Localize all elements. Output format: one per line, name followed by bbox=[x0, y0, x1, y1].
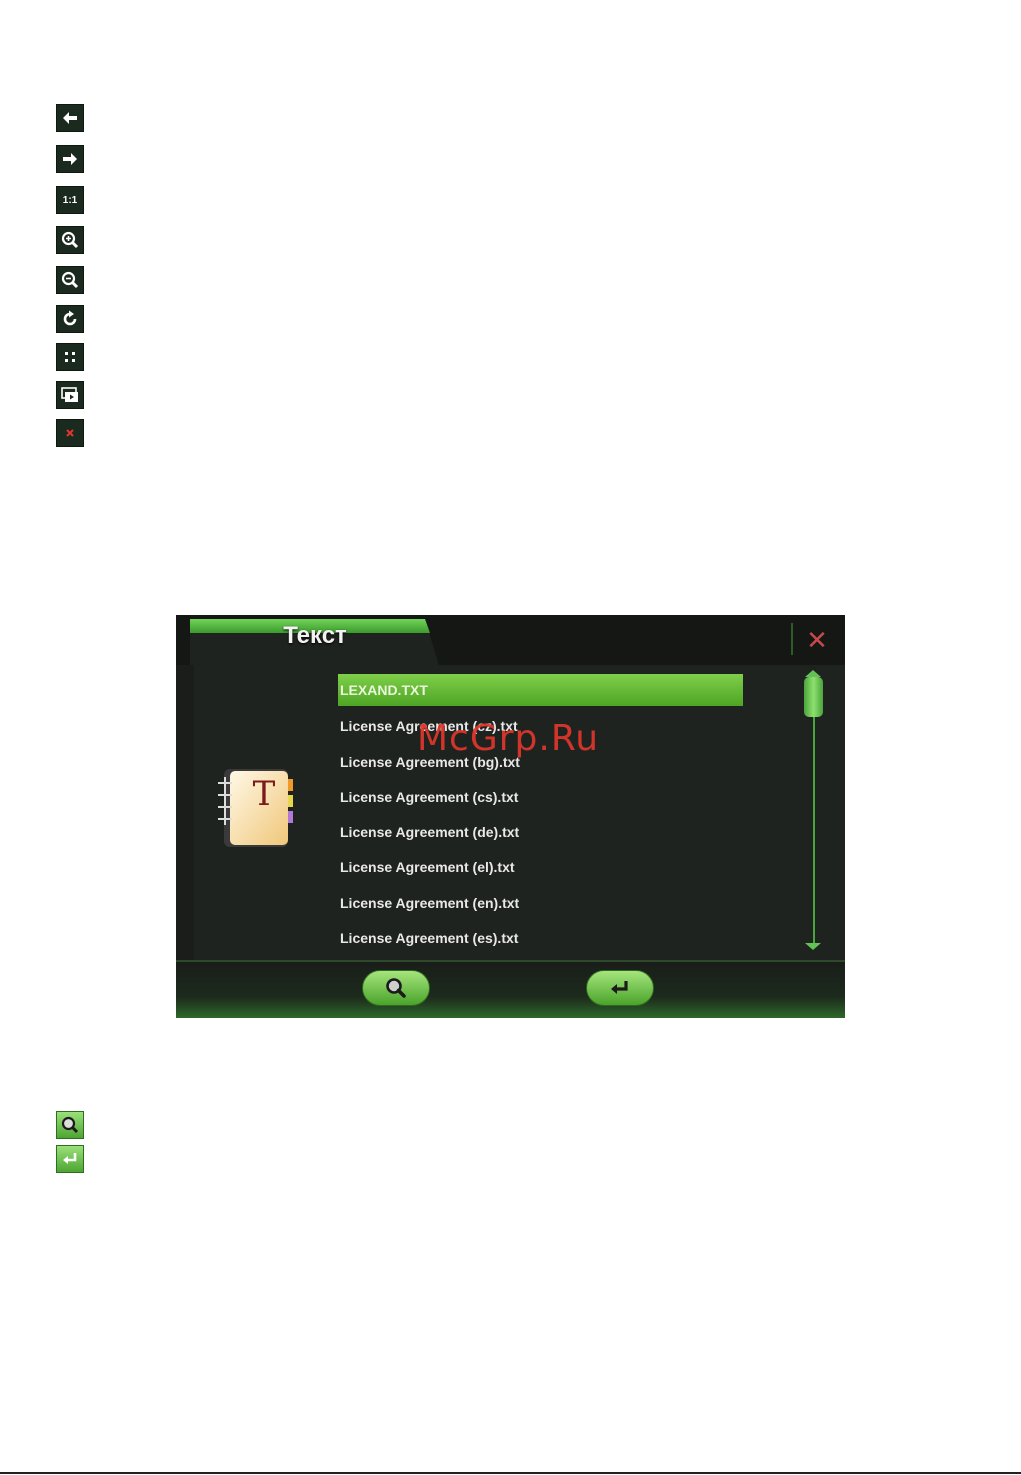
close-button[interactable]: ✕ bbox=[802, 625, 832, 655]
actual-size-label: 1:1 bbox=[62, 194, 78, 206]
file-list-item-selected[interactable]: LEXAND.TXT bbox=[338, 674, 743, 706]
file-list-item[interactable]: License Agreement (es).txt bbox=[338, 921, 743, 956]
arrow-left-icon bbox=[56, 104, 84, 132]
scroll-down-arrow-icon[interactable] bbox=[805, 943, 821, 950]
tab-title: Текст bbox=[283, 622, 347, 649]
zoom-out-icon bbox=[56, 266, 84, 294]
back-icon bbox=[611, 981, 628, 994]
back-icon bbox=[56, 1145, 84, 1173]
rotate-icon bbox=[56, 305, 84, 333]
slideshow-icon bbox=[56, 381, 84, 409]
back-button[interactable] bbox=[586, 970, 654, 1006]
panel-edge bbox=[176, 665, 194, 960]
scrollbar-thumb[interactable] bbox=[804, 677, 823, 717]
search-button[interactable] bbox=[362, 970, 430, 1006]
bottom-bar bbox=[176, 960, 845, 1018]
scroll-up-arrow-icon[interactable] bbox=[805, 670, 821, 677]
file-list-item[interactable]: License Agreement (el).txt bbox=[338, 850, 743, 885]
actual-size-icon: 1:1 bbox=[56, 186, 84, 214]
file-list-item[interactable]: License Agreement (cs).txt bbox=[338, 780, 743, 815]
zoom-in-icon bbox=[56, 226, 84, 254]
file-list-item[interactable]: License Agreement (de).txt bbox=[338, 815, 743, 850]
page-footer-line bbox=[0, 1472, 1021, 1474]
search-icon bbox=[56, 1111, 84, 1139]
text-viewer-screen: Текст ✕ T LEXAND.TXT License Agreement (c… bbox=[176, 615, 845, 1018]
search-icon bbox=[386, 978, 406, 998]
file-list: LEXAND.TXT License Agreement (cz).txt Lice… bbox=[338, 674, 743, 956]
svg-text:T: T bbox=[253, 774, 276, 814]
fit-screen-icon bbox=[56, 343, 84, 371]
file-list-item[interactable]: License Agreement (en).txt bbox=[338, 886, 743, 921]
arrow-right-icon bbox=[56, 145, 84, 173]
close-separator bbox=[791, 623, 793, 655]
text-document-icon: T bbox=[216, 765, 302, 851]
close-icon bbox=[56, 419, 84, 447]
watermark: McGrp.Ru bbox=[417, 718, 600, 759]
